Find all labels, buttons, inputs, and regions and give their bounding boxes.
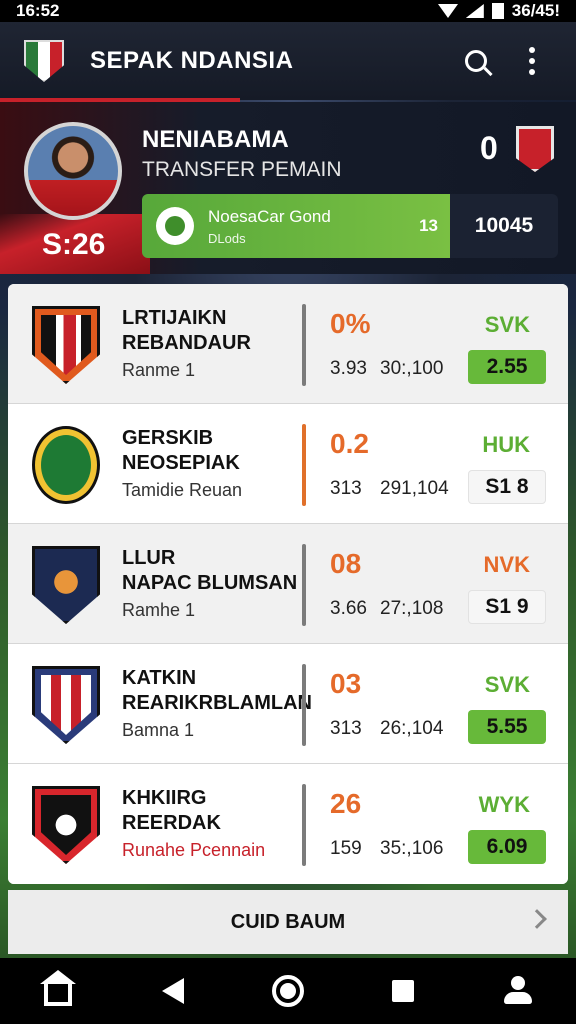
app-logo	[24, 40, 64, 82]
player-hero: S:26 NENIABAMA TRANSFER PEMAIN 0 NoesaCa…	[0, 102, 576, 274]
team-sub: Ranme 1	[122, 360, 196, 380]
team-list: LRTIJAIKN REBANDAUR Ranme 1 0% 3.93 30:,1…	[8, 284, 568, 884]
promo-value: 10045	[450, 194, 558, 258]
wifi-icon	[437, 4, 458, 18]
search-icon	[465, 50, 487, 72]
price-button[interactable]: 6.09	[468, 830, 546, 864]
price-button[interactable]: 2.55	[468, 350, 546, 384]
status-right-text: 36/45!	[511, 1, 560, 20]
player-name: NENIABAMA	[142, 126, 289, 153]
team-row[interactable]: LRTIJAIKN REBANDAUR Ranme 1 0% 3.93 30:,1…	[8, 284, 568, 404]
row-divider	[302, 424, 306, 506]
team-name: KATKIN REARIKRBLAMLAN	[122, 667, 312, 714]
team-stat-b: 30:,100	[380, 358, 444, 379]
team-crest-icon	[32, 666, 100, 744]
recents-icon	[392, 980, 415, 1002]
row-divider	[302, 544, 306, 626]
row-divider	[302, 664, 306, 746]
team-sub: Ramhe 1	[122, 600, 196, 620]
team-pct: 03	[330, 668, 362, 699]
nav-home-circle-button[interactable]	[264, 967, 312, 1015]
team-code: HUK	[482, 432, 530, 457]
bottom-nav	[0, 958, 576, 1024]
app-title: SEPAK NDANSIA	[90, 47, 294, 74]
home-icon	[39, 970, 76, 1006]
promo-sub: DLods	[208, 230, 246, 246]
battery-icon	[491, 3, 504, 19]
player-avatar[interactable]	[24, 122, 122, 220]
team-name: GERSKIB NEOSEPIAK	[122, 427, 240, 474]
team-stat-a: 313	[330, 478, 362, 499]
promo-number: 13	[419, 216, 438, 235]
back-icon	[161, 978, 184, 1004]
team-stat-a: 313	[330, 718, 362, 739]
team-name: LRTIJAIKN REBANDAUR	[122, 307, 251, 354]
team-row[interactable]: LLUR NAPAC BLUMSAN Ramhe 1 08 3.66 27:,10…	[8, 524, 568, 644]
team-crest-icon	[32, 426, 100, 504]
team-name: KHKIIRG REERDAK	[122, 787, 221, 834]
promo-main: NoesaCar Gond DLods 13	[142, 194, 450, 258]
footer-link[interactable]: CUID BAUM	[8, 890, 568, 954]
search-button[interactable]	[456, 41, 496, 81]
nav-profile-button[interactable]	[494, 967, 542, 1015]
team-row[interactable]: KATKIN REARIKRBLAMLAN Bamna 1 03 313 26:,…	[8, 644, 568, 764]
team-pct: 0%	[330, 308, 371, 339]
status-time: 16:52	[16, 1, 60, 20]
team-row[interactable]: GERSKIB NEOSEPIAK Tamidie Reuan 0.2 313 2…	[8, 404, 568, 524]
status-bar: 16:52 36/45!	[0, 0, 576, 22]
team-stat-a: 3.66	[330, 598, 367, 619]
nav-recents-button[interactable]	[379, 967, 427, 1015]
more-vert-icon	[529, 47, 535, 75]
row-divider	[302, 784, 306, 866]
team-code: SVK	[484, 672, 530, 697]
team-crest-icon	[32, 786, 100, 864]
team-code: NVK	[483, 552, 530, 577]
hero-count: 0	[480, 130, 498, 166]
team-code: WYK	[478, 792, 530, 817]
team-sub: Bamna 1	[122, 720, 195, 740]
more-menu-button[interactable]	[512, 41, 552, 81]
team-pct: 0.2	[330, 428, 369, 459]
globe-icon	[156, 207, 194, 245]
chevron-right-icon	[527, 909, 547, 929]
price-button[interactable]: S1 8	[468, 470, 546, 504]
footer-label: CUID BAUM	[230, 910, 346, 933]
team-stat-b: 35:,106	[380, 838, 444, 859]
status-icons: 36/45!	[437, 1, 560, 21]
player-score: S:26	[42, 228, 106, 261]
profile-icon	[503, 976, 533, 1006]
promo-text: NoesaCar Gond DLods	[208, 207, 331, 246]
team-pct: 26	[330, 788, 362, 819]
team-crest-icon	[32, 546, 100, 624]
team-crest-icon	[32, 306, 100, 384]
team-row[interactable]: KHKIIRG REERDAK Runahe Pcennain 26 159 35…	[8, 764, 568, 884]
team-code: SVK	[484, 312, 530, 337]
team-sub: Tamidie Reuan	[122, 480, 243, 500]
row-divider	[302, 304, 306, 386]
team-name: LLUR NAPAC BLUMSAN	[122, 547, 298, 594]
team-sub: Runahe Pcennain	[122, 840, 266, 860]
team-stat-b: 291,104	[380, 478, 449, 499]
app-bar: SEPAK NDANSIA	[0, 22, 576, 102]
team-pct: 08	[330, 548, 362, 579]
nav-back-button[interactable]	[149, 967, 197, 1015]
team-stat-b: 27:,108	[380, 598, 444, 619]
team-stat-b: 26:,104	[380, 718, 444, 739]
club-badge-icon	[516, 126, 554, 172]
hero-subtitle: TRANSFER PEMAIN	[142, 158, 342, 181]
price-button[interactable]: S1 9	[468, 590, 546, 624]
price-button[interactable]: 5.55	[468, 710, 546, 744]
nav-home-button[interactable]	[34, 967, 82, 1015]
team-stat-a: 159	[330, 838, 362, 859]
promo-banner[interactable]: NoesaCar Gond DLods 13 10045	[142, 194, 558, 258]
home-circle-icon	[271, 975, 304, 1007]
team-stat-a: 3.93	[330, 358, 367, 379]
signal-icon	[465, 4, 484, 18]
promo-title: NoesaCar Gond	[208, 206, 331, 226]
